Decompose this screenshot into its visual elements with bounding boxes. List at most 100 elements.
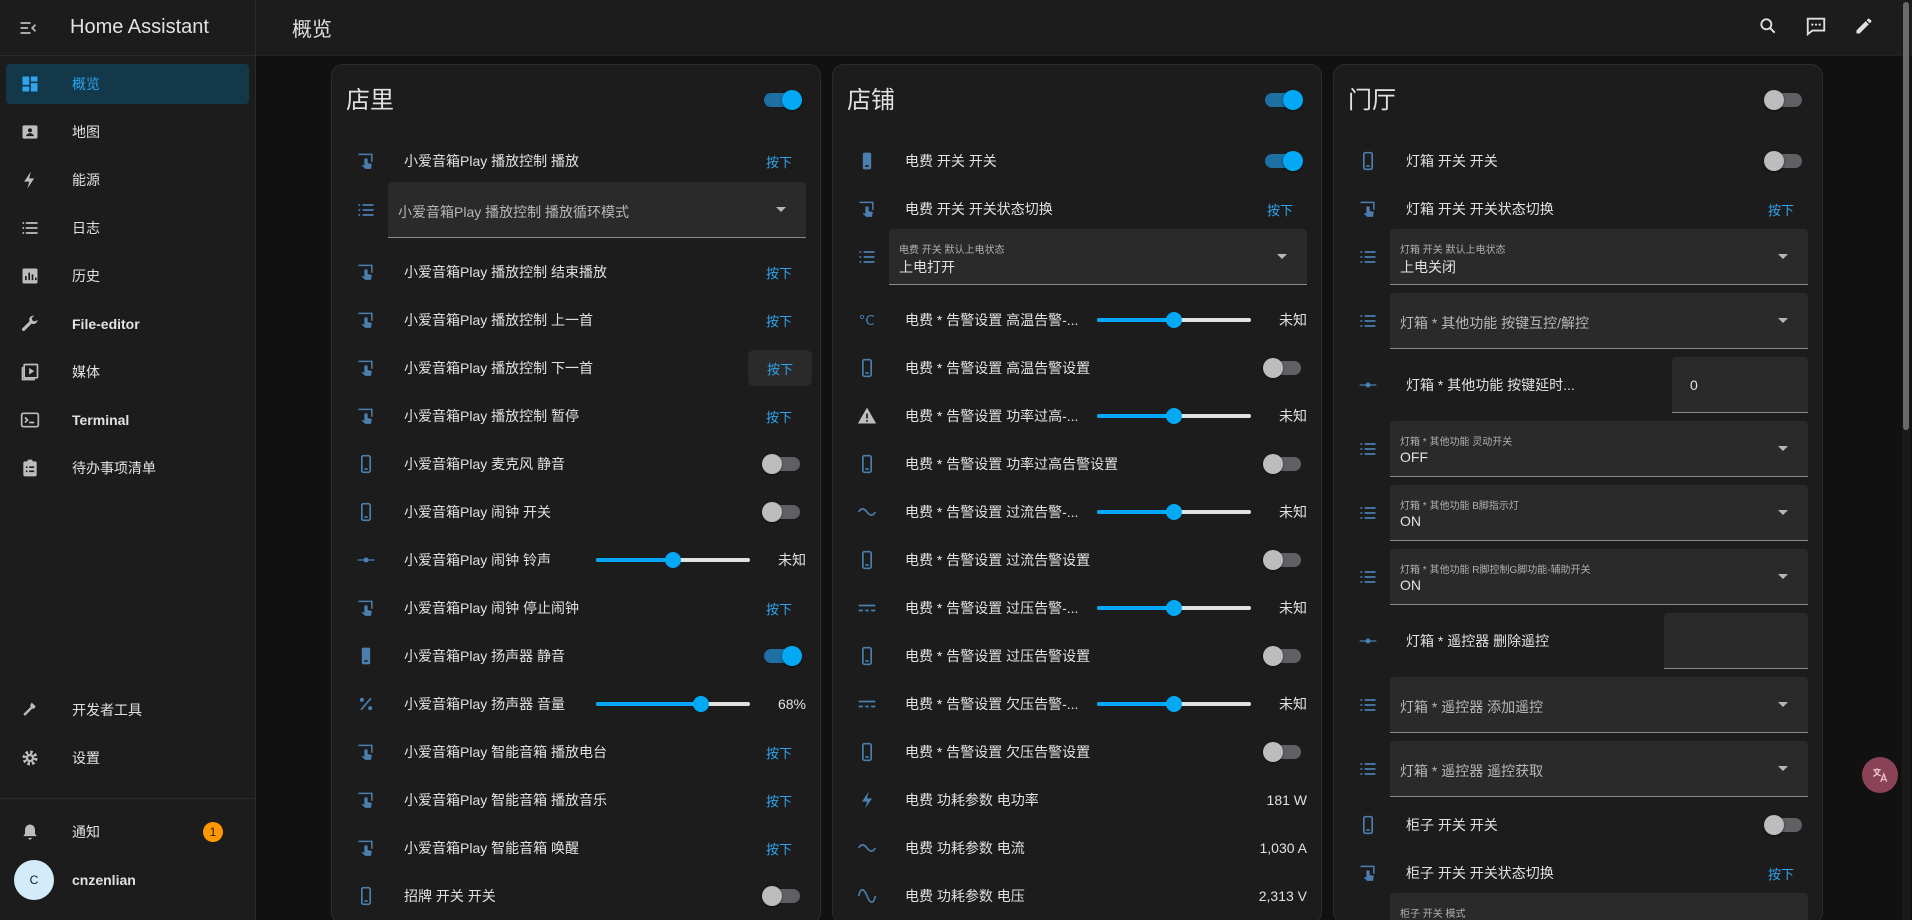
select-label: 灯箱 * 其他功能 R脚控制G脚功能-辅助开关 xyxy=(1400,565,1591,576)
sidebar-item-user[interactable]: C cnzenlian xyxy=(6,860,249,900)
entity-name: 电费 * 告警设置 高温告警-... xyxy=(905,312,1079,328)
entity-row: 电费 * 告警设置 功率过高-... 未知 xyxy=(833,392,1321,440)
press-button[interactable]: 按下 xyxy=(766,599,792,618)
sidebar-item-file-editor[interactable]: File-editor xyxy=(6,304,249,344)
slider-thumb[interactable] xyxy=(1166,312,1182,328)
select-label: 灯箱 * 其他功能 B脚指示灯 xyxy=(1400,501,1519,512)
card-master-toggle[interactable] xyxy=(1265,90,1303,110)
get-remote-select[interactable]: 灯箱 * 遥控器 遥控获取 xyxy=(1390,741,1808,797)
entity-name: 小爱音箱Play 闹钟 停止闹钟 xyxy=(404,600,580,616)
press-button[interactable]: 按下 xyxy=(1267,200,1293,219)
key-delay-input[interactable]: 0 xyxy=(1672,357,1808,413)
press-button[interactable]: 按下 xyxy=(766,152,792,171)
volume-slider[interactable] xyxy=(596,696,750,712)
entity-name: 电费 * 告警设置 过压告警设置 xyxy=(905,648,1091,664)
sidebar-item-settings[interactable]: 设置 xyxy=(6,738,249,778)
entity-row: 小爱音箱Play 播放控制 下一首 按下 xyxy=(332,344,820,392)
overvoltage-threshold-slider[interactable] xyxy=(1097,600,1251,616)
entity-value: 181 W xyxy=(1266,792,1307,808)
select-label: 柜子 开关 模式 xyxy=(1400,909,1466,920)
sidebar-item-logbook[interactable]: 日志 xyxy=(6,208,249,248)
overcurrent-threshold-slider[interactable] xyxy=(1097,504,1251,520)
ringtone-slider[interactable] xyxy=(596,552,750,568)
smart-switch-select[interactable]: 灯箱 * 其他功能 灵动开关 OFF xyxy=(1390,421,1808,477)
edit-icon[interactable] xyxy=(1852,14,1876,38)
loop-mode-select[interactable]: 小爱音箱Play 播放控制 播放循环模式 xyxy=(388,182,806,238)
overpower-threshold-slider[interactable] xyxy=(1097,408,1251,424)
entity-name: 灯箱 开关 开关状态切换 xyxy=(1406,201,1554,217)
press-button[interactable]: 按下 xyxy=(766,407,792,426)
cellphone-icon xyxy=(354,644,378,668)
slider-thumb[interactable] xyxy=(1166,504,1182,520)
press-button[interactable]: 按下 xyxy=(766,839,792,858)
sidebar-item-map[interactable]: 地图 xyxy=(6,112,249,152)
search-icon[interactable] xyxy=(1756,14,1780,38)
high-temp-alarm-toggle[interactable] xyxy=(1263,358,1301,378)
power-on-state-select[interactable]: 电费 开关 默认上电状态 上电打开 xyxy=(889,229,1307,285)
mic-mute-toggle[interactable] xyxy=(762,454,800,474)
alarm-switch-toggle[interactable] xyxy=(762,502,800,522)
chevron-down-icon xyxy=(1778,574,1788,579)
press-button[interactable]: 按下 xyxy=(748,350,812,386)
cabinet-mode-select[interactable]: 柜子 开关 模式 xyxy=(1390,893,1808,920)
lightbox-switch-toggle[interactable] xyxy=(1764,151,1802,171)
add-remote-select[interactable]: 灯箱 * 遥控器 添加遥控 xyxy=(1390,677,1808,733)
scrollbar-thumb[interactable] xyxy=(1903,2,1909,430)
sidebar-item-history[interactable]: 历史 xyxy=(6,256,249,296)
press-button[interactable]: 按下 xyxy=(766,791,792,810)
entity-select-row: 灯箱 * 其他功能 B脚指示灯 ON xyxy=(1334,485,1822,541)
sidebar-item-overview[interactable]: 概览 xyxy=(6,64,249,104)
undervoltage-threshold-slider[interactable] xyxy=(1097,696,1251,712)
entity-value: 未知 xyxy=(1279,408,1307,424)
page-scrollbar[interactable] xyxy=(1902,0,1910,920)
toggle-knob xyxy=(782,90,802,110)
entity-select-row: 柜子 开关 模式 xyxy=(1334,893,1822,920)
speaker-mute-toggle[interactable] xyxy=(764,646,802,666)
sidebar-item-notifications[interactable]: 通知 1 xyxy=(6,812,249,852)
menu-collapse-icon[interactable] xyxy=(18,18,38,38)
press-button[interactable]: 按下 xyxy=(766,263,792,282)
power-on-state-select[interactable]: 灯箱 开关 默认上电状态 上电关闭 xyxy=(1390,229,1808,285)
key-interlock-select[interactable]: 灯箱 * 其他功能 按键互控/解控 xyxy=(1390,293,1808,349)
undervoltage-alarm-toggle[interactable] xyxy=(1263,742,1301,762)
chevron-down-icon xyxy=(1778,510,1788,515)
sidebar-item-todo[interactable]: 待办事项清单 xyxy=(6,448,249,488)
slider-thumb[interactable] xyxy=(692,696,709,712)
high-temp-threshold-slider[interactable] xyxy=(1097,312,1251,328)
toggle-knob xyxy=(762,502,782,522)
sidebar-item-media[interactable]: 媒体 xyxy=(6,352,249,392)
press-button[interactable]: 按下 xyxy=(766,743,792,762)
sidebar-item-energy[interactable]: 能源 xyxy=(6,160,249,200)
press-button[interactable]: 按下 xyxy=(1768,864,1794,883)
card-master-toggle[interactable] xyxy=(1764,90,1802,110)
slider-thumb[interactable] xyxy=(1166,408,1182,424)
card-master-toggle[interactable] xyxy=(764,90,802,110)
r-pin-control-select[interactable]: 灯箱 * 其他功能 R脚控制G脚功能-辅助开关 ON xyxy=(1390,549,1808,605)
select-value: ON xyxy=(1400,513,1421,529)
slider-thumb[interactable] xyxy=(1166,696,1182,712)
sidebar-item-terminal[interactable]: Terminal xyxy=(6,400,249,440)
overpower-alarm-toggle[interactable] xyxy=(1263,454,1301,474)
b-pin-indicator-select[interactable]: 灯箱 * 其他功能 B脚指示灯 ON xyxy=(1390,485,1808,541)
card-title: 门厅 xyxy=(1348,86,1396,114)
slider-thumb[interactable] xyxy=(1166,600,1182,616)
delete-remote-input[interactable] xyxy=(1664,613,1808,669)
power-switch-toggle[interactable] xyxy=(1265,151,1303,171)
overvoltage-alarm-toggle[interactable] xyxy=(1263,646,1301,666)
signboard-switch-toggle[interactable] xyxy=(762,886,800,906)
sidebar-header: Home Assistant xyxy=(0,0,255,56)
press-button[interactable]: 按下 xyxy=(766,311,792,330)
cabinet-switch-toggle[interactable] xyxy=(1764,815,1802,835)
press-button[interactable]: 按下 xyxy=(1768,200,1794,219)
translate-icon xyxy=(1872,768,1888,783)
sidebar-item-label: 开发者工具 xyxy=(72,702,142,718)
sidebar-item-developer-tools[interactable]: 开发者工具 xyxy=(6,690,249,730)
overcurrent-alarm-toggle[interactable] xyxy=(1263,550,1301,570)
slider-thumb[interactable] xyxy=(665,552,681,568)
format-list-icon xyxy=(1356,437,1380,461)
entity-select-row: 灯箱 * 遥控器 添加遥控 xyxy=(1334,677,1822,733)
entity-row: 灯箱 开关 开关 xyxy=(1334,137,1822,185)
translate-float-button[interactable] xyxy=(1862,757,1898,793)
assist-icon[interactable] xyxy=(1804,14,1828,38)
svg-text:°C: °C xyxy=(859,314,875,329)
